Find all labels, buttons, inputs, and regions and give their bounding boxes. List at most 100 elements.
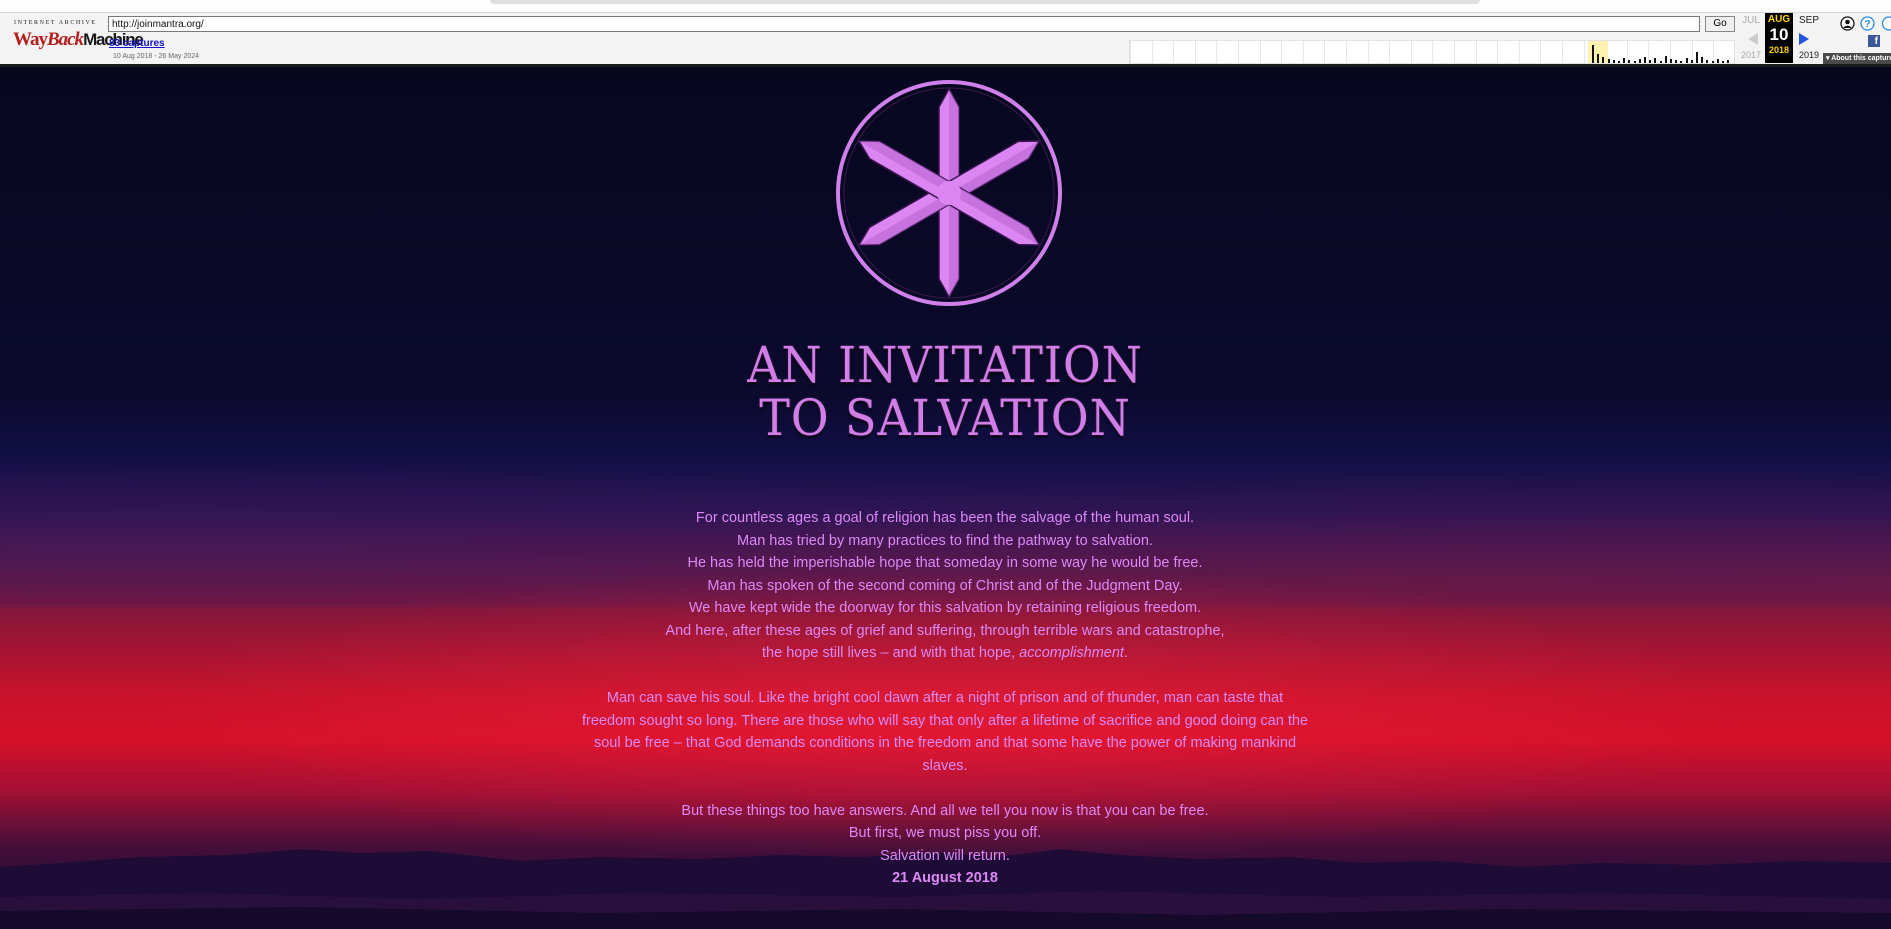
sparkline-divider xyxy=(1238,41,1239,63)
return-date: 21 August 2018 xyxy=(892,870,998,886)
sparkline-bar xyxy=(1602,57,1605,63)
sparkline-bar xyxy=(1612,60,1615,63)
paragraph-1: For countless ages a goal of religion ha… xyxy=(545,507,1345,665)
sparkline-divider xyxy=(1324,41,1326,63)
sparkline-bar xyxy=(1644,57,1646,63)
sparkline-bar xyxy=(1649,60,1652,63)
sparkline-divider xyxy=(1454,41,1455,63)
current-year: 2018 xyxy=(1768,45,1790,55)
capture-sparkline[interactable] xyxy=(1129,40,1735,64)
paragraph-2: Man can save his soul. Like the bright c… xyxy=(580,687,1310,777)
sparkline-bar xyxy=(1701,57,1704,63)
sparkline-bar xyxy=(1654,58,1657,63)
paragraph-1-last-line: the hope still lives – and with that hop… xyxy=(545,642,1345,665)
sparkline-bar xyxy=(1680,61,1683,63)
title-line-1: AN INVITATION xyxy=(747,336,1143,394)
about-capture-button[interactable]: ▾ About this capture xyxy=(1823,53,1891,64)
captures-link[interactable]: 83 captures xyxy=(109,38,165,49)
sparkline-divider xyxy=(1497,41,1499,63)
paragraph-1-line: And here, after these ages of grief and … xyxy=(665,622,1225,639)
six-pointed-star-emblem xyxy=(836,80,1062,306)
logo-way: Way xyxy=(13,29,48,50)
current-day: 10 xyxy=(1769,25,1789,44)
sparkline-bar xyxy=(1659,61,1662,63)
title-line-2: TO SALVATION xyxy=(759,389,1131,447)
sparkline-bar xyxy=(1670,59,1672,63)
wayback-toolbar: INTERNET ARCHIVE WayBackMachine Go 83 ca… xyxy=(0,0,1891,67)
sparkline-divider xyxy=(1583,41,1585,63)
horizontal-scrollbar[interactable] xyxy=(490,0,1480,4)
capture-date-range: 10 Aug 2018 - 26 May 2024 xyxy=(113,53,200,60)
paragraph-2-text: Man can save his soul. Like the bright c… xyxy=(582,690,1308,774)
sparkline-divider xyxy=(1216,41,1218,63)
go-button[interactable]: Go xyxy=(1705,16,1735,32)
sparkline-divider xyxy=(1173,41,1175,63)
manifesto-text: For countless ages a goal of religion ha… xyxy=(545,507,1345,890)
sparkline-bar xyxy=(1690,60,1693,63)
page-title: AN INVITATION TO SALVATION xyxy=(669,339,1221,445)
svg-text:?: ? xyxy=(1864,19,1870,30)
sparkline-bar xyxy=(1711,61,1714,63)
sparkline-divider xyxy=(1346,41,1347,63)
internet-archive-label: INTERNET ARCHIVE xyxy=(14,20,97,26)
paragraph-1-last-suffix: . xyxy=(1123,645,1128,661)
sparkline-divider xyxy=(1540,41,1542,63)
paragraph-1-line: For countless ages a goal of religion ha… xyxy=(695,510,1195,526)
sparkline-bar xyxy=(1597,54,1600,63)
paragraph-3: But these things too have answers. And a… xyxy=(545,800,1345,890)
sparkline-divider xyxy=(1130,41,1131,63)
sparkline-bar xyxy=(1685,58,1688,63)
paragraph-3-line: But these things too have answers. And a… xyxy=(681,802,1209,819)
close-icon[interactable] xyxy=(1880,16,1891,31)
next-year-label[interactable]: 2019 xyxy=(1794,50,1824,60)
paragraph-1-line: Man has spoken of the second coming of C… xyxy=(707,577,1183,594)
sparkline-bar xyxy=(1664,56,1667,63)
sparkline-bar xyxy=(1628,60,1631,63)
facebook-icon[interactable]: f xyxy=(1868,35,1880,47)
url-input[interactable] xyxy=(108,16,1700,32)
sparkline-bar xyxy=(1706,60,1709,63)
paragraph-3-line: But first, we must piss you off. xyxy=(848,825,1042,841)
paragraph-1-line: We have kept wide the doorway for this s… xyxy=(688,600,1202,616)
sparkline-divider xyxy=(1562,41,1563,63)
sparkline-bar xyxy=(1607,59,1610,63)
sparkline-divider xyxy=(1194,41,1196,63)
sparkline-bar xyxy=(1675,60,1678,63)
wayback-logo[interactable]: INTERNET ARCHIVE WayBackMachine xyxy=(10,18,144,58)
current-capture-date: AUG 10 2018 xyxy=(1765,13,1793,63)
sparkline-bar xyxy=(1592,45,1594,63)
accomplishment-emphasis: accomplishment xyxy=(1019,645,1124,661)
sparkline-divider xyxy=(1302,41,1304,63)
sparkline-divider xyxy=(1151,41,1153,63)
next-month-label[interactable]: SEP xyxy=(1794,15,1824,26)
sparkline-divider xyxy=(1475,41,1477,63)
sparkline-divider xyxy=(1713,41,1715,63)
user-circle-icon[interactable] xyxy=(1840,16,1855,31)
paragraph-1-line: Man has tried by many practices to find … xyxy=(737,532,1153,549)
sparkline-bar xyxy=(1618,61,1620,63)
sparkline-bar xyxy=(1716,59,1719,63)
paragraph-1-last-prefix: the hope still lives – and with that hop… xyxy=(762,645,1020,661)
sparkline-divider xyxy=(1432,41,1434,63)
sparkline-divider xyxy=(1389,41,1391,63)
sparkline-divider xyxy=(1410,41,1412,63)
sparkline-divider xyxy=(1281,41,1283,63)
page-background: AN INVITATION TO SALVATION For countless… xyxy=(0,67,1891,929)
sparkline-bar xyxy=(1633,61,1636,63)
sparkline-divider xyxy=(1259,41,1261,63)
sparkline-divider xyxy=(1367,41,1369,63)
sparkline-bar xyxy=(1638,59,1641,63)
browser-top-strip xyxy=(0,0,1891,13)
prev-year-label[interactable]: 2017 xyxy=(1736,50,1766,60)
prev-capture-arrow-icon[interactable] xyxy=(1748,33,1758,45)
sparkline-bar xyxy=(1722,61,1724,63)
logo-back: Back xyxy=(46,29,84,50)
paragraph-3-line: Salvation will return. xyxy=(880,847,1010,864)
next-capture-arrow-icon[interactable] xyxy=(1799,33,1809,45)
paragraph-1-line: He has held the imperishable hope that s… xyxy=(687,555,1203,571)
sparkline-divider xyxy=(1518,41,1520,63)
prev-month-label[interactable]: JUL xyxy=(1736,15,1766,26)
help-circle-icon[interactable]: ? xyxy=(1860,16,1875,31)
current-month: AUG xyxy=(1767,14,1791,25)
sparkline-bar xyxy=(1623,58,1626,63)
